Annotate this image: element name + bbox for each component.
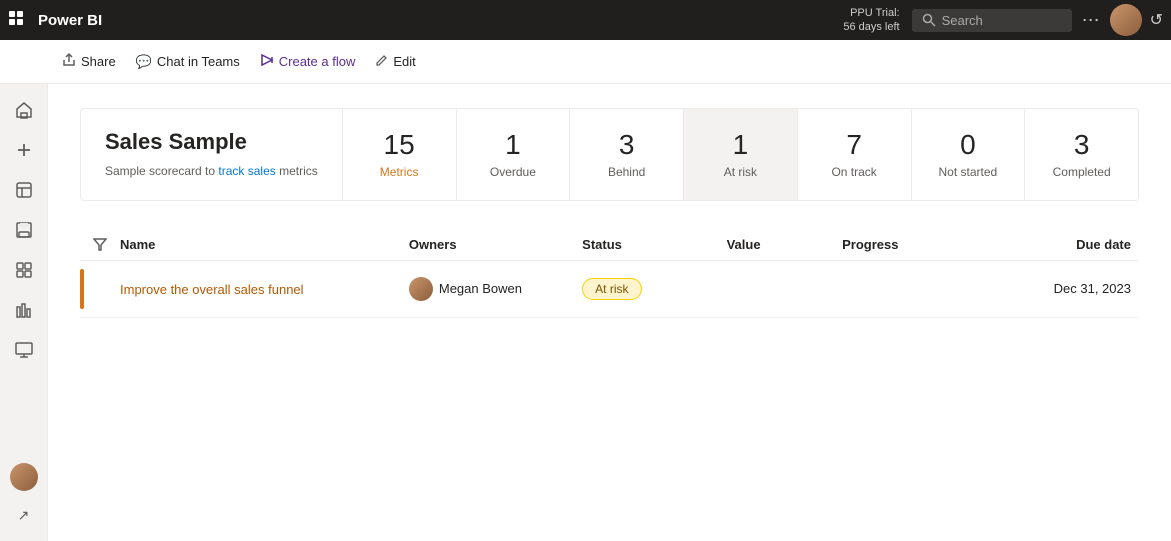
metric-label-behind: Behind (608, 165, 645, 179)
metric-card-metrics: 15 Metrics (343, 109, 457, 200)
search-box[interactable] (912, 9, 1072, 32)
chat-teams-button[interactable]: 💬 Chat in Teams (126, 48, 250, 76)
edit-label: Edit (393, 54, 415, 69)
user-avatar[interactable] (1110, 4, 1142, 36)
col-header-progress: Progress (842, 237, 986, 252)
status-badge: At risk (582, 278, 641, 300)
track-sales-link[interactable]: track sales (218, 164, 275, 178)
main-layout: ↗ Sales Sample Sample scorecard to track… (0, 84, 1171, 541)
chat-label: Chat in Teams (157, 54, 240, 69)
col-header-status: Status (582, 237, 726, 252)
metric-card-behind: 3 Behind (570, 109, 684, 200)
main-content: Sales Sample Sample scorecard to track s… (48, 84, 1171, 541)
sidebar: ↗ (0, 84, 48, 541)
trial-info: PPU Trial: 56 days left (843, 6, 899, 35)
col-header-value: Value (727, 237, 843, 252)
create-flow-button[interactable]: Create a flow (250, 47, 366, 76)
metric-card-ontrack: 7 On track (798, 109, 912, 200)
share-label: Share (81, 54, 116, 69)
metric-number-completed: 3 (1074, 129, 1090, 161)
table-header: Name Owners Status Value Progress Due da… (80, 229, 1139, 261)
table-row: Improve the overall sales funnel Megan B… (80, 261, 1139, 318)
scorecard-description: Sample scorecard to track sales metrics (105, 163, 318, 180)
flow-icon (260, 53, 274, 70)
col-header-duedate: Due date (987, 237, 1139, 252)
sidebar-create-icon[interactable] (6, 132, 42, 168)
app-title: Power BI (38, 12, 102, 29)
row-name-cell: Improve the overall sales funnel (120, 281, 409, 297)
owner-avatar (409, 277, 433, 301)
metric-card-overdue: 1 Overdue (457, 109, 571, 200)
edit-icon (375, 54, 388, 70)
row-status-cell: At risk (582, 278, 726, 300)
create-flow-label: Create a flow (279, 54, 356, 69)
metric-label-atrisk: At risk (724, 165, 757, 179)
metric-number-atrisk: 1 (733, 129, 749, 161)
sidebar-browse-icon[interactable] (6, 172, 42, 208)
metric-label-overdue: Overdue (490, 165, 536, 179)
sidebar-metrics-icon[interactable] (6, 292, 42, 328)
metric-number-ontrack: 7 (846, 129, 862, 161)
row-duedate-cell: Dec 31, 2023 (987, 281, 1139, 296)
row-status-indicator (80, 269, 84, 309)
sidebar-user-avatar[interactable] (10, 463, 38, 491)
share-icon (62, 53, 76, 70)
metric-number-metrics: 15 (384, 129, 415, 161)
row-name-link[interactable]: Improve the overall sales funnel (120, 282, 304, 297)
avatar-image (1110, 4, 1142, 36)
refresh-icon[interactable]: ↺ (1150, 10, 1163, 30)
metric-card-atrisk: 1 At risk (684, 109, 798, 200)
action-toolbar: Share 💬 Chat in Teams Create a flow Edit (0, 40, 1171, 84)
metric-label-completed: Completed (1053, 165, 1111, 179)
row-owners-cell: Megan Bowen (409, 277, 582, 301)
share-button[interactable]: Share (52, 47, 126, 76)
topbar: Power BI PPU Trial: 56 days left ⋯ ↺ (0, 0, 1171, 40)
teams-icon: 💬 (136, 54, 152, 70)
metric-label-notstarted: Not started (939, 165, 998, 179)
edit-button[interactable]: Edit (365, 48, 425, 76)
scorecard-title: Sales Sample (105, 129, 318, 155)
sidebar-apps-icon[interactable] (6, 252, 42, 288)
col-header-owners: Owners (409, 237, 582, 252)
metric-card-notstarted: 0 Not started (912, 109, 1026, 200)
sidebar-home-icon[interactable] (6, 92, 42, 128)
scorecard-title-card: Sales Sample Sample scorecard to track s… (81, 109, 343, 200)
more-icon[interactable]: ⋯ (1082, 10, 1100, 31)
scorecard-table: Name Owners Status Value Progress Due da… (80, 229, 1139, 318)
metric-label-metrics: Metrics (380, 165, 419, 179)
owner-name: Megan Bowen (439, 281, 522, 296)
metric-number-overdue: 1 (505, 129, 521, 161)
metric-label-ontrack: On track (831, 165, 876, 179)
col-header-name: Name (120, 237, 409, 252)
sidebar-expand-icon[interactable]: ↗ (6, 497, 42, 533)
metric-card-completed: 3 Completed (1025, 109, 1138, 200)
sidebar-monitor-icon[interactable] (6, 332, 42, 368)
metric-number-behind: 3 (619, 129, 635, 161)
sidebar-save-icon[interactable] (6, 212, 42, 248)
summary-cards: Sales Sample Sample scorecard to track s… (80, 108, 1139, 201)
search-input[interactable] (942, 13, 1062, 28)
metric-number-notstarted: 0 (960, 129, 976, 161)
grid-icon[interactable] (8, 10, 26, 31)
filter-icon-header[interactable] (80, 237, 120, 251)
